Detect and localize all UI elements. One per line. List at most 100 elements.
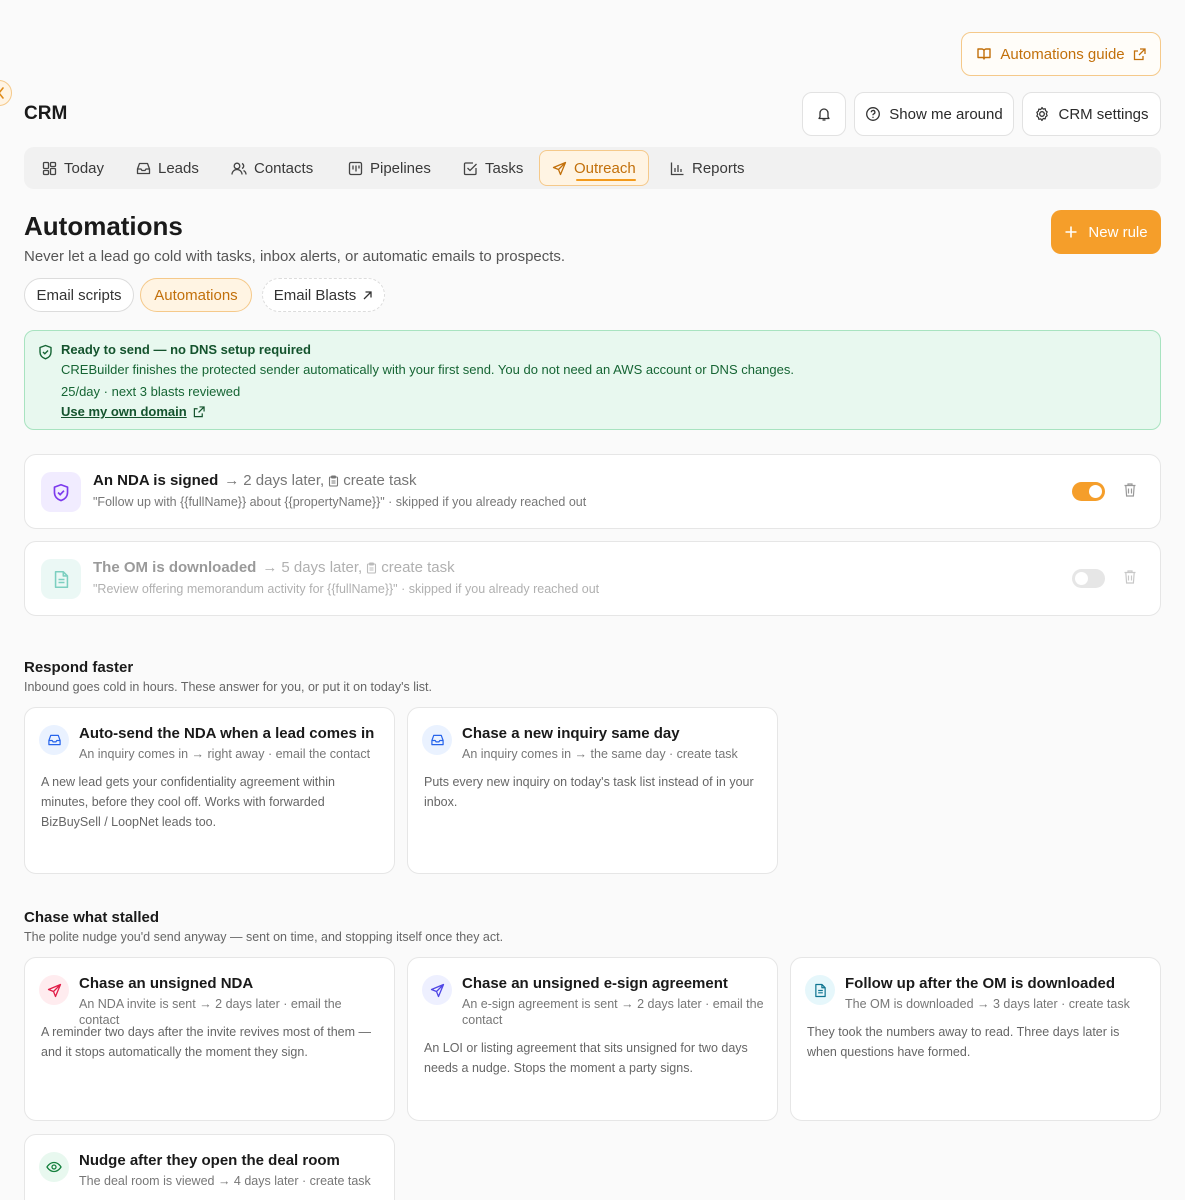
tab-leads[interactable]: Leads [124, 150, 211, 186]
rule-icon [41, 559, 81, 599]
rule-trigger: The OM is downloaded [93, 559, 257, 576]
show-me-around-label: Show me around [889, 105, 1003, 123]
card-icon [39, 1152, 69, 1182]
page-subtitle: Never let a lead go cold with tasks, inb… [24, 248, 566, 265]
show-me-around-button[interactable]: Show me around [854, 92, 1014, 136]
template-card[interactable]: Auto-send the NDA when a lead comes in A… [24, 707, 395, 874]
card-icon [422, 975, 452, 1005]
card-meta: An inquiry comes in → the same day · cre… [462, 747, 738, 761]
tab-today[interactable]: Today [30, 150, 116, 186]
subtab-label: Email scripts [36, 286, 122, 304]
tab-contacts[interactable]: Contacts [219, 150, 325, 186]
file-text-icon [814, 983, 826, 997]
checkbox-icon [463, 161, 477, 175]
external-link-icon [1133, 47, 1146, 60]
card-meta: The deal room is viewed → 4 days later ·… [79, 1174, 371, 1188]
rule-action: create task [343, 472, 417, 489]
card-title: Chase an unsigned NDA [79, 975, 254, 992]
card-meta: The OM is downloaded → 3 days later · cr… [845, 997, 1130, 1011]
subtab-automations[interactable]: Automations [140, 278, 252, 312]
rule-timing: → 5 days later, create task [262, 559, 454, 576]
rule-enabled-toggle[interactable] [1072, 482, 1105, 501]
card-title: Chase a new inquiry same day [462, 725, 680, 742]
automations-guide-button[interactable]: Automations guide [961, 32, 1161, 76]
rule-row[interactable]: An NDA is signed → 2 days later, create … [24, 454, 1161, 529]
tab-label: Reports [692, 159, 745, 177]
gear-icon [1036, 106, 1049, 122]
toggle-knob [1075, 572, 1088, 585]
tab-label: Tasks [485, 159, 524, 177]
rule-timing: → 2 days later, create task [224, 472, 416, 489]
template-card[interactable]: Chase an unsigned e-sign agreement An e-… [407, 957, 778, 1121]
new-rule-button[interactable]: New rule [1051, 210, 1161, 254]
shield-check-icon [53, 483, 69, 501]
subtab-email-scripts[interactable]: Email scripts [24, 278, 134, 312]
grid-icon [42, 161, 57, 175]
card-title: Nudge after they open the deal room [79, 1152, 340, 1169]
notice-body: CREBuilder finishes the protected sender… [61, 362, 794, 377]
rule-row[interactable]: The OM is downloaded → 5 days later, cre… [24, 541, 1161, 616]
section-title: Chase what stalled [24, 909, 160, 926]
rule-enabled-toggle[interactable] [1072, 569, 1105, 588]
card-icon [805, 975, 835, 1005]
crm-tab-bar: Today Leads Contacts Pipelines Tasks Out… [24, 147, 1161, 189]
card-title: Follow up after the OM is downloaded [845, 975, 1115, 992]
notice-quota: 25/day · next 3 blasts reviewed [61, 384, 241, 399]
plus-icon [1065, 226, 1077, 238]
tab-label: Leads [158, 159, 199, 177]
trash-icon[interactable] [1123, 482, 1137, 498]
template-card[interactable]: Nudge after they open the deal room The … [24, 1134, 395, 1200]
sender-ready-notice: Ready to send — no DNS setup required CR… [24, 330, 1161, 430]
inbox-icon [136, 162, 151, 174]
inbox-icon [430, 734, 444, 746]
tab-reports[interactable]: Reports [658, 150, 757, 186]
card-meta: An e-sign agreement is sent → 2 days lat… [462, 997, 764, 1027]
users-icon [231, 162, 247, 175]
section-subtitle: The polite nudge you'd send anyway — sen… [24, 930, 504, 944]
subtab-label: Email Blasts [273, 286, 357, 304]
use-own-domain-link[interactable]: Use my own domain [61, 404, 205, 419]
tab-outreach[interactable]: Outreach [539, 150, 649, 186]
eye-icon [46, 1161, 62, 1173]
trash-icon[interactable] [1123, 569, 1137, 585]
tab-label: Pipelines [370, 159, 431, 177]
tab-tasks[interactable]: Tasks [451, 150, 535, 186]
notifications-button[interactable] [802, 92, 846, 136]
toggle-knob [1089, 485, 1102, 498]
send-icon [47, 983, 61, 997]
send-icon [430, 983, 444, 997]
book-icon [977, 48, 992, 60]
rule-trigger: An NDA is signed [93, 472, 219, 489]
card-icon [39, 975, 69, 1005]
shield-check-icon [39, 344, 52, 360]
card-description: Puts every new inquiry on today's task l… [424, 775, 754, 809]
inbox-icon [47, 734, 61, 746]
file-text-icon [54, 570, 68, 588]
card-description: They took the numbers away to read. Thre… [807, 1025, 1120, 1059]
tab-label: Contacts [254, 159, 314, 177]
bar-chart-icon [670, 162, 684, 175]
sidebar-expand-handle[interactable] [0, 80, 12, 106]
external-link-icon [193, 405, 205, 417]
crm-settings-button[interactable]: CRM settings [1022, 92, 1161, 136]
card-description: A reminder two days after the invite rev… [41, 1025, 371, 1059]
page-title: Automations [24, 211, 183, 241]
rule-delay: 2 days later, [243, 472, 325, 489]
rule-delay: 5 days later, [281, 559, 363, 576]
active-tab-indicator [576, 179, 636, 181]
bell-icon [818, 108, 830, 121]
card-description: A new lead gets your confidentiality agr… [41, 775, 335, 829]
clipboard-icon [367, 562, 377, 574]
subtab-email-blasts[interactable]: Email Blasts [262, 278, 385, 312]
tab-pipelines[interactable]: Pipelines [336, 150, 443, 186]
template-card[interactable]: Chase an unsigned NDA An NDA invite is s… [24, 957, 395, 1121]
help-circle-icon [866, 107, 881, 121]
clipboard-icon [329, 475, 339, 487]
template-card[interactable]: Chase a new inquiry same day An inquiry … [407, 707, 778, 874]
link-label: Use my own domain [61, 404, 187, 419]
new-rule-label: New rule [1088, 223, 1148, 241]
arrow-up-right-icon [363, 290, 372, 299]
chevron-left-icon [0, 87, 4, 99]
template-card[interactable]: Follow up after the OM is downloaded The… [790, 957, 1161, 1121]
rule-note: "Review offering memorandum activity for… [93, 582, 600, 596]
